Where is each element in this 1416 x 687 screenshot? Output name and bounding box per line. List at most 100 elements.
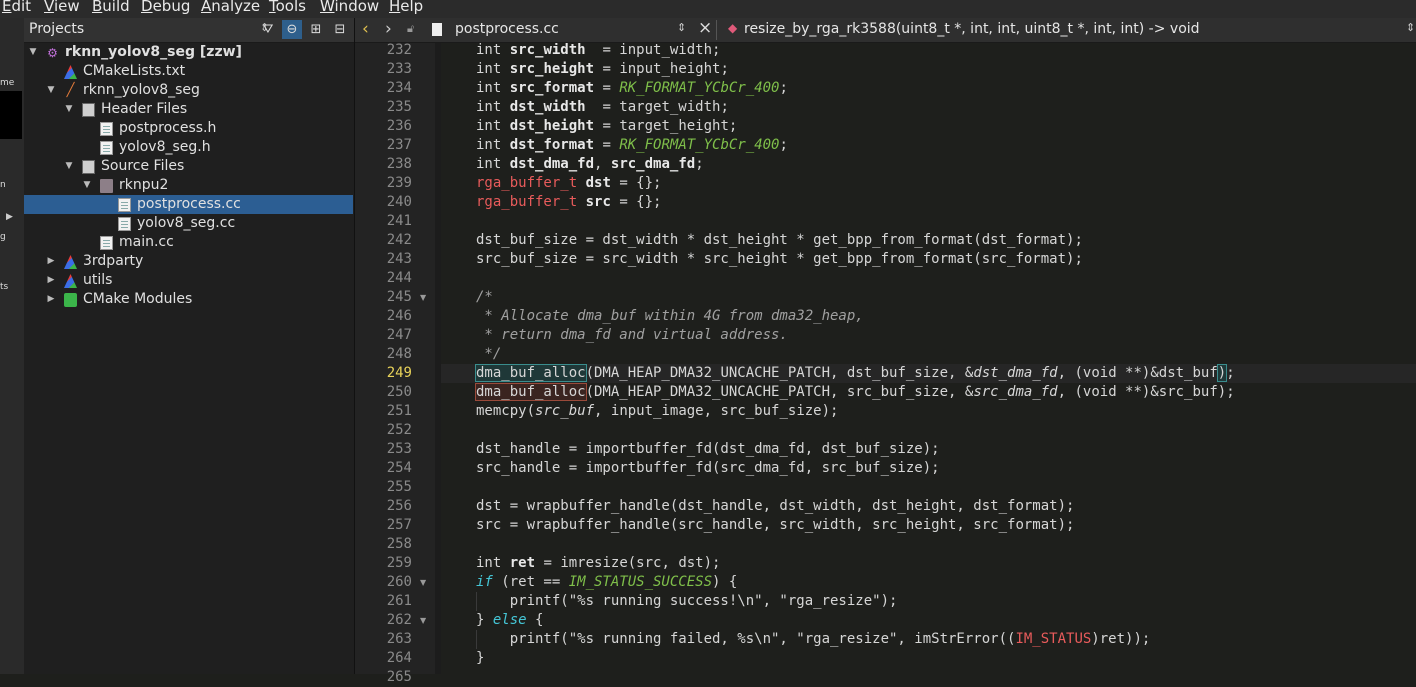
- mode-label-fragment[interactable]: n: [0, 180, 6, 190]
- code-line[interactable]: int dst_dma_fd, src_dma_fd;: [476, 155, 704, 174]
- line-number-gutter: 232 233 234 235 236 237 238 239 240 241 242 243 244 2…: [355, 42, 435, 685]
- close-document-icon[interactable]: ×: [698, 18, 712, 38]
- symbol-dropdown-icon[interactable]: ⇕: [1406, 21, 1415, 34]
- line-number: 246: [386, 308, 412, 324]
- collapse-arrow-icon[interactable]: ▼: [64, 100, 74, 119]
- tree-item-label: yolov8_seg.cc: [137, 215, 236, 231]
- fold-arrow-icon[interactable]: ▼: [420, 611, 426, 630]
- code-line[interactable]: dma_buf_alloc(DMA_HEAP_DMA32_UNCACHE_PAT…: [475, 364, 1235, 383]
- line-number: 263: [386, 631, 412, 647]
- document-dropdown-icon[interactable]: ⇕: [677, 21, 686, 34]
- code-line[interactable]: dma_buf_alloc(DMA_HEAP_DMA32_UNCACHE_PAT…: [475, 383, 1235, 402]
- line-number: 240: [386, 194, 412, 210]
- code-line[interactable]: * Allocate dma_buf within 4G from dma32_…: [476, 307, 863, 326]
- cmake-modules-icon: [64, 293, 77, 307]
- code-editor[interactable]: int src_width = input_width; int src_heig…: [441, 43, 1416, 674]
- menu-debug[interactable]: Debug: [141, 0, 190, 14]
- collapse-arrow-icon[interactable]: ▼: [28, 43, 38, 62]
- fold-arrow-icon[interactable]: ▼: [420, 288, 426, 307]
- menu-analyze[interactable]: Analyze: [201, 0, 260, 14]
- line-number: 242: [386, 232, 412, 248]
- tree-item[interactable]: postprocess.h: [24, 119, 353, 138]
- hammer-icon: ╱: [66, 83, 75, 98]
- code-line[interactable]: int src_width = input_width;: [476, 43, 720, 60]
- tree-item[interactable]: CMakeLists.txt: [24, 62, 353, 81]
- tree-item[interactable]: ▼ Source Files: [24, 157, 353, 176]
- link-with-editor-icon[interactable]: ⊖: [282, 20, 302, 39]
- code-line[interactable]: * return dma_fd and virtual address.: [476, 326, 787, 345]
- expand-arrow-icon[interactable]: ▶: [46, 252, 56, 271]
- code-line[interactable]: }: [476, 649, 484, 668]
- line-number: 255: [386, 479, 412, 495]
- tree-item[interactable]: ▼ rknpu2: [24, 176, 353, 195]
- filter-icon[interactable]: ⛛: [258, 20, 278, 39]
- line-number: 235: [386, 99, 412, 115]
- close-panel-icon[interactable]: ⊟: [330, 20, 350, 39]
- tree-item[interactable]: yolov8_seg.h: [24, 138, 353, 157]
- code-line[interactable]: int src_height = input_height;: [476, 60, 729, 79]
- project-icon: ⚙: [47, 46, 58, 60]
- code-line[interactable]: printf("%s running success!\n", "rga_res…: [476, 592, 898, 611]
- code-line[interactable]: rga_buffer_t dst = {};: [476, 174, 661, 193]
- go-forward-icon[interactable]: ›: [385, 19, 392, 39]
- code-line[interactable]: int dst_format = RK_FORMAT_YCbCr_400;: [476, 136, 788, 155]
- go-back-icon[interactable]: ‹: [362, 19, 369, 39]
- expand-arrow-icon[interactable]: ▶: [46, 290, 56, 309]
- tree-item-label: postprocess.h: [119, 120, 217, 136]
- source-folder-icon: [82, 160, 95, 174]
- code-line[interactable]: dst_handle = importbuffer_fd(dst_dma_fd,…: [476, 440, 940, 459]
- mode-label-fragment[interactable]: ts: [0, 282, 8, 292]
- mode-active-strip[interactable]: [0, 91, 22, 139]
- open-document-selector[interactable]: postprocess.cc: [455, 21, 559, 37]
- menu-tools[interactable]: Tools: [269, 0, 306, 14]
- code-line[interactable]: */: [476, 345, 501, 364]
- code-line[interactable]: src_handle = importbuffer_fd(src_dma_fd,…: [476, 459, 940, 478]
- code-line[interactable]: if (ret == IM_STATUS_SUCCESS) {: [476, 573, 737, 592]
- code-line[interactable]: memcpy(src_buf, input_image, src_buf_siz…: [476, 402, 838, 421]
- code-line[interactable]: int ret = imresize(src, dst);: [476, 554, 720, 573]
- code-line[interactable]: int dst_height = target_height;: [476, 117, 737, 136]
- tree-item-label: CMake Modules: [83, 291, 193, 307]
- code-line[interactable]: /*: [476, 288, 493, 307]
- line-number: 254: [386, 460, 412, 476]
- code-line[interactable]: } else {: [476, 611, 543, 630]
- line-number: 248: [386, 346, 412, 362]
- code-line[interactable]: int src_format = RK_FORMAT_YCbCr_400;: [476, 79, 788, 98]
- mode-label-fragment[interactable]: me: [0, 78, 14, 88]
- collapse-arrow-icon[interactable]: ▼: [64, 157, 74, 176]
- tree-item[interactable]: ▼ ╱ rknn_yolov8_seg: [24, 81, 353, 100]
- header-folder-icon: [82, 103, 95, 117]
- mode-label-fragment[interactable]: g: [0, 232, 6, 242]
- indent-guide: [476, 630, 477, 649]
- code-line[interactable]: printf("%s running failed, %s\n", "rga_r…: [476, 630, 1151, 649]
- mode-expand-arrow-icon[interactable]: ▶: [6, 212, 13, 222]
- tree-item[interactable]: ▼ ⚙ rknn_yolov8_seg [zzw]: [24, 43, 353, 62]
- tree-item[interactable]: ▶ 3rdparty: [24, 252, 353, 271]
- code-line[interactable]: src_buf_size = src_width * src_height * …: [476, 250, 1083, 269]
- menu-edit[interactable]: Edit: [2, 0, 31, 14]
- line-number: 264: [386, 650, 412, 666]
- code-line[interactable]: rga_buffer_t src = {};: [476, 193, 661, 212]
- menu-build[interactable]: Build: [92, 0, 130, 14]
- code-line[interactable]: src = wrapbuffer_handle(src_handle, src_…: [476, 516, 1074, 535]
- tree-item[interactable]: ▼ Header Files: [24, 100, 353, 119]
- code-line[interactable]: dst_buf_size = dst_width * dst_height * …: [476, 231, 1083, 250]
- menu-view[interactable]: View: [44, 0, 80, 14]
- expand-arrow-icon[interactable]: ▶: [46, 271, 56, 290]
- menu-window[interactable]: Window: [320, 0, 379, 14]
- tree-item[interactable]: ▶ utils: [24, 271, 353, 290]
- code-line[interactable]: dst = wrapbuffer_handle(dst_handle, dst_…: [476, 497, 1074, 516]
- split-icon[interactable]: ⊞: [306, 20, 326, 39]
- menu-help[interactable]: Help: [389, 0, 423, 14]
- tree-item[interactable]: yolov8_seg.cc: [24, 214, 353, 233]
- file-icon: [100, 141, 113, 155]
- code-line[interactable]: int dst_width = target_width;: [476, 98, 729, 117]
- tree-item[interactable]: main.cc: [24, 233, 353, 252]
- line-number: 258: [386, 536, 412, 552]
- fold-arrow-icon[interactable]: ▼: [420, 573, 426, 592]
- collapse-arrow-icon[interactable]: ▼: [46, 81, 56, 100]
- tree-item[interactable]: ▶ CMake Modules: [24, 290, 353, 309]
- tree-item[interactable]: postprocess.cc: [24, 195, 353, 214]
- symbol-selector[interactable]: resize_by_rga_rk3588(uint8_t *, int, int…: [744, 21, 1200, 37]
- collapse-arrow-icon[interactable]: ▼: [82, 176, 92, 195]
